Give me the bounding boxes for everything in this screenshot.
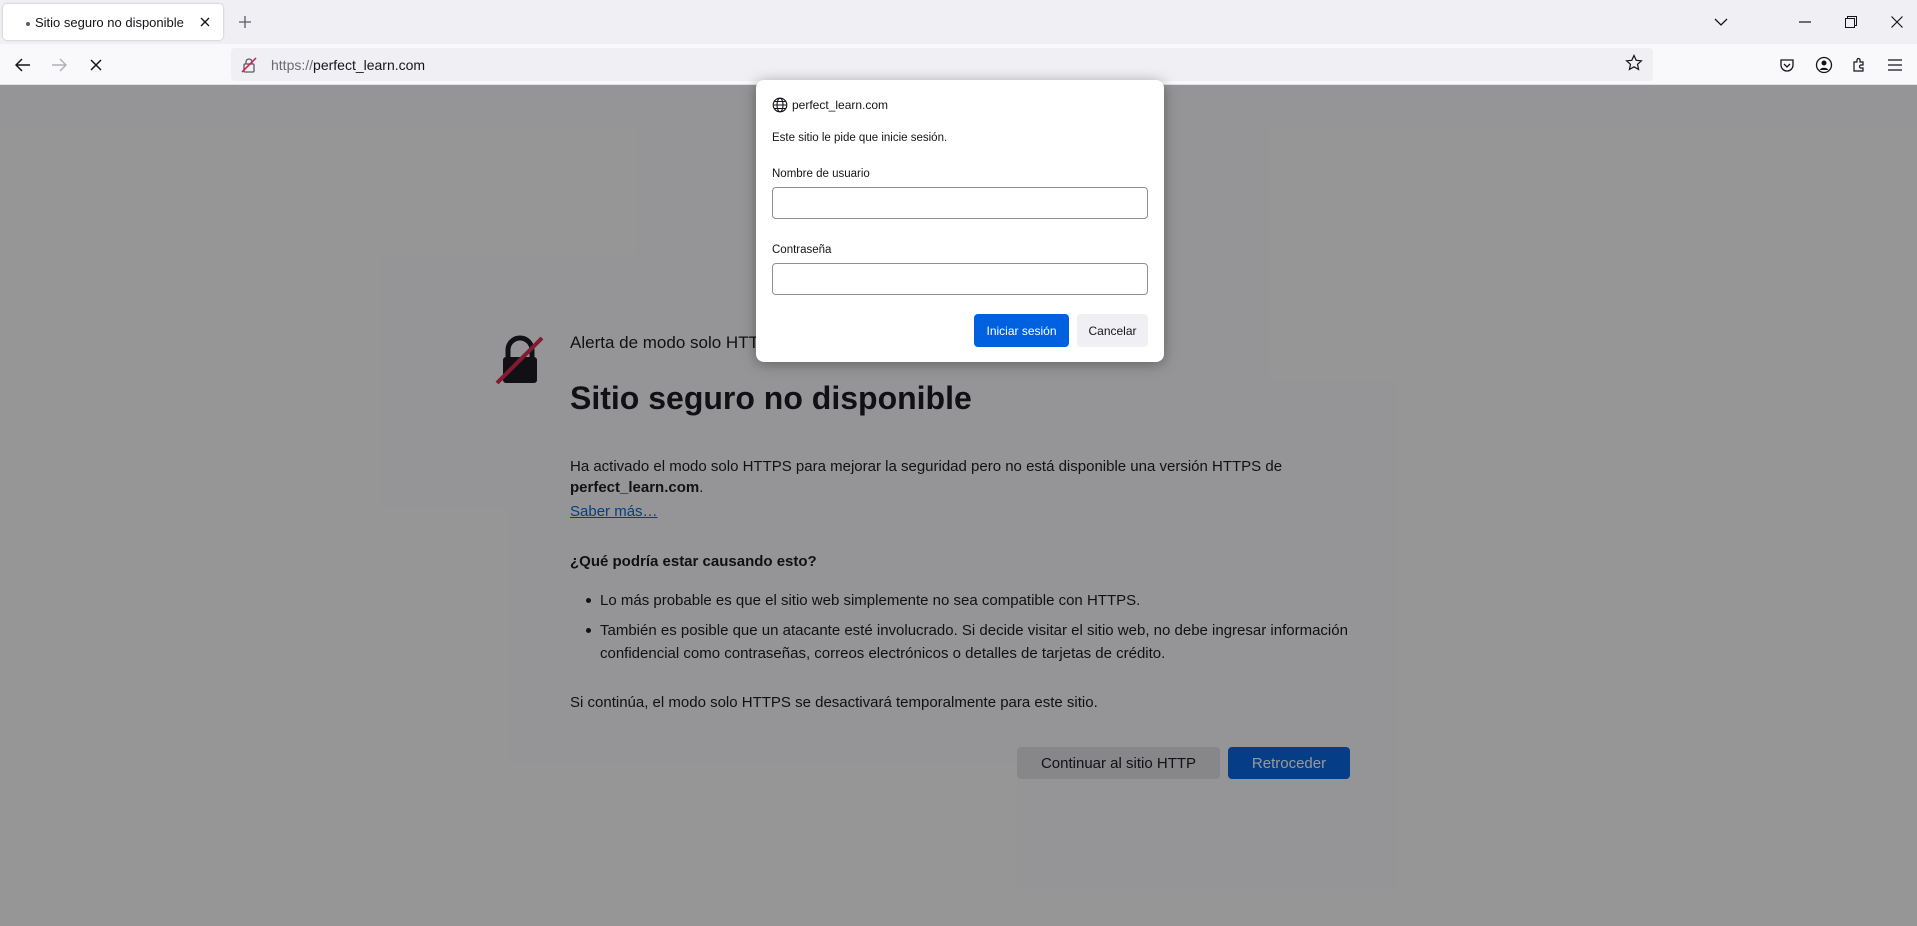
lock-warning-icon[interactable] (239, 55, 259, 75)
username-input[interactable] (772, 187, 1148, 219)
password-input[interactable] (772, 263, 1148, 295)
tab-list-icon[interactable] (1706, 8, 1736, 36)
close-icon[interactable] (1882, 8, 1912, 36)
account-icon[interactable] (1813, 54, 1835, 76)
menu-icon[interactable] (1884, 54, 1906, 76)
globe-icon (772, 97, 788, 113)
url-host: perfect_learn.com (313, 56, 426, 73)
stop-icon[interactable] (81, 50, 111, 80)
url-text[interactable]: https://perfect_learn.com (271, 57, 425, 73)
sign-in-button[interactable]: Iniciar sesión (974, 314, 1069, 347)
tab-close-icon[interactable] (195, 12, 215, 32)
url-scheme: https:// (271, 56, 314, 73)
dialog-host: perfect_learn.com (792, 98, 889, 112)
dialog-message: Este sitio le pide que inicie sesión. (772, 132, 948, 144)
back-icon[interactable] (8, 50, 38, 80)
username-label: Nombre de usuario (772, 168, 870, 180)
url-bar[interactable]: https://perfect_learn.com (231, 48, 1653, 81)
navigation-toolbar: https://perfect_learn.com (0, 44, 1917, 85)
new-tab-icon[interactable] (233, 10, 257, 34)
minimize-icon[interactable] (1790, 8, 1820, 36)
bookmark-star-icon[interactable] (1625, 54, 1645, 74)
password-label: Contraseña (772, 244, 832, 256)
tab-bar: Sitio seguro no disponible (0, 0, 1917, 44)
tab-current[interactable]: Sitio seguro no disponible (3, 4, 223, 40)
pocket-icon[interactable] (1776, 54, 1798, 76)
forward-icon[interactable] (44, 50, 74, 80)
tab-title: Sitio seguro no disponible (35, 14, 184, 30)
cancel-button[interactable]: Cancelar (1077, 314, 1148, 347)
extensions-icon[interactable] (1848, 54, 1870, 76)
restore-icon[interactable] (1836, 8, 1866, 36)
tab-loading-dot (26, 22, 30, 26)
auth-dialog: perfect_learn.com Este sitio le pide que… (756, 80, 1164, 362)
